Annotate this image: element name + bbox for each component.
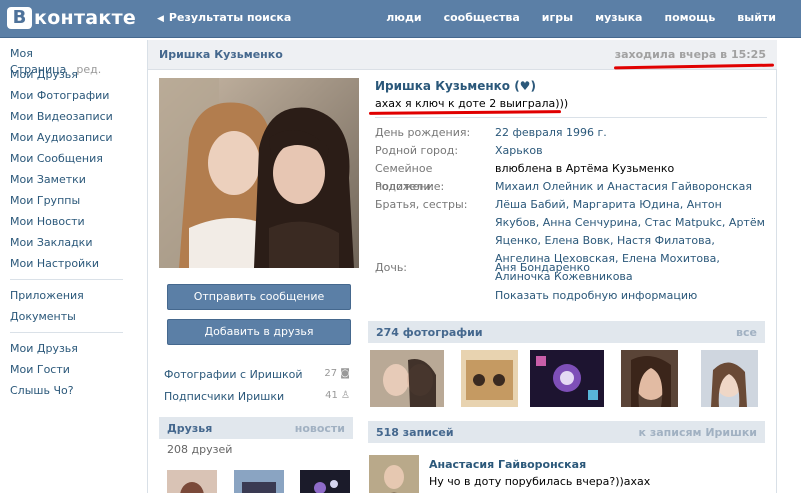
menu-my-bookmarks[interactable]: Мои Закладки [10, 235, 125, 256]
wall-section-header[interactable]: 518 записей к записям Иришки [368, 421, 765, 443]
menu-my-page[interactable]: Моя Страница ред. [10, 46, 125, 76]
subscribers-label: Подписчики Иришки [164, 390, 285, 403]
menu-my-settings[interactable]: Мои Настройки [10, 256, 125, 277]
show-more-info-link[interactable]: Показать подробную информацию [495, 289, 697, 302]
friends-news-link[interactable]: новости [295, 422, 345, 435]
back-label: Результаты поиска [168, 11, 292, 24]
top-header: В контакте ◀ Результаты поиска люди сообщ… [0, 0, 801, 38]
photo-thumb[interactable] [370, 350, 444, 407]
profile-title-name: Иришка Кузьменко [159, 48, 283, 61]
info-label: День рождения: [375, 126, 471, 139]
menu-my-friends[interactable]: Мои Друзья [10, 67, 125, 88]
logo-letter: В [7, 7, 32, 29]
nav-communities[interactable]: сообщества [444, 11, 520, 24]
info-label: Родной город: [375, 144, 459, 157]
menu-my-videos[interactable]: Мои Видеозаписи [10, 109, 125, 130]
post-author-avatar[interactable] [369, 455, 419, 493]
wall-all-link[interactable]: к записям Иришки [639, 426, 757, 439]
edit-link[interactable]: ред. [76, 63, 101, 76]
people-icon: ♙ [341, 390, 350, 401]
back-to-search[interactable]: ◀ Результаты поиска [157, 11, 291, 24]
friends-count: 208 друзей [167, 443, 233, 456]
post-text: Ну чо в доту порубилась вчера?))ахах [429, 475, 651, 488]
online-status: заходила вчера в 15:25 [614, 48, 766, 61]
nav-help[interactable]: помощь [664, 11, 715, 24]
back-arrow-icon: ◀ [157, 14, 164, 24]
nav-games[interactable]: игры [542, 11, 573, 24]
red-annotation-underline [368, 110, 562, 115]
menu-divider [10, 279, 123, 280]
left-menu: Моя Страница ред. Мои Друзья Мои Фотограф… [10, 46, 125, 404]
friend-thumb[interactable] [234, 470, 284, 493]
photo-thumb[interactable] [621, 350, 678, 407]
photos-section-header[interactable]: 274 фотографии все [368, 321, 765, 343]
profile-status[interactable]: ахах я ключ к доте 2 выиграла))) [375, 97, 568, 110]
profile-frame: Иришка Кузьменко заходила вчера в 15:25 … [147, 40, 777, 493]
info-value[interactable]: Аня Бондаренко [495, 259, 767, 277]
profile-name: Иришка Кузьменко (♥) [375, 79, 536, 93]
photos-all-link[interactable]: все [736, 326, 757, 339]
camera-icon: ◙ [340, 368, 350, 379]
post-author-name[interactable]: Анастасия Гайворонская [429, 458, 586, 471]
photo-thumb[interactable] [701, 350, 758, 407]
menu-friends-app[interactable]: Мои Друзья [10, 341, 125, 362]
photos-title: 274 фотографии [376, 326, 483, 339]
subscribers-count: 41 ♙ [325, 390, 350, 401]
nav-people[interactable]: люди [386, 11, 421, 24]
menu-apps[interactable]: Приложения [10, 288, 125, 309]
photos-with-label: Фотографии с Иришкой [164, 368, 303, 381]
menu-guests-app[interactable]: Мои Гости [10, 362, 125, 383]
info-value[interactable]: Михаил Олейник и Анастасия Гайворонская [495, 178, 767, 196]
profile-photo[interactable] [159, 78, 359, 268]
top-nav: люди сообщества игры музыка помощь выйти [364, 11, 776, 24]
menu-my-groups[interactable]: Мои Группы [10, 193, 125, 214]
info-label: Дочь: [375, 261, 408, 274]
menu-my-news[interactable]: Мои Новости [10, 214, 125, 235]
info-value[interactable]: влюблена в Артёма Кузьменко [495, 160, 767, 178]
friends-title: Друзья [167, 422, 213, 435]
friends-section-header[interactable]: Друзья новости [159, 417, 353, 439]
vk-logo[interactable]: В контакте [7, 6, 136, 30]
info-label: Родители: [375, 180, 435, 193]
info-value[interactable]: Харьков [495, 142, 767, 160]
logo-word: контакте [34, 7, 137, 29]
menu-my-photos[interactable]: Мои Фотографии [10, 88, 125, 109]
photo-thumb[interactable] [461, 350, 518, 407]
menu-slysh-cho-app[interactable]: Слышь Чо? [10, 383, 125, 404]
subscribers-link[interactable]: Подписчики Иришки 41 ♙ [164, 390, 350, 403]
menu-my-messages[interactable]: Мои Сообщения [10, 151, 125, 172]
friend-thumb[interactable] [167, 470, 217, 493]
friend-thumb[interactable] [300, 470, 350, 493]
info-divider [375, 117, 767, 118]
photos-with-link[interactable]: Фотографии с Иришкой 27 ◙ [164, 368, 350, 381]
nav-logout[interactable]: выйти [737, 11, 776, 24]
menu-my-notes[interactable]: Мои Заметки [10, 172, 125, 193]
menu-my-audio[interactable]: Мои Аудиозаписи [10, 130, 125, 151]
info-value[interactable]: 22 февраля 1996 г. [495, 124, 767, 142]
menu-documents[interactable]: Документы [10, 309, 125, 330]
photos-with-count: 27 ◙ [324, 368, 350, 379]
nav-music[interactable]: музыка [595, 11, 642, 24]
info-label: Братья, сестры: [375, 198, 468, 211]
add-friend-button[interactable]: Добавить в друзья [167, 319, 351, 345]
menu-divider [10, 332, 123, 333]
wall-title: 518 записей [376, 426, 454, 439]
photo-thumb[interactable] [530, 350, 604, 407]
send-message-button[interactable]: Отправить сообщение [167, 284, 351, 310]
